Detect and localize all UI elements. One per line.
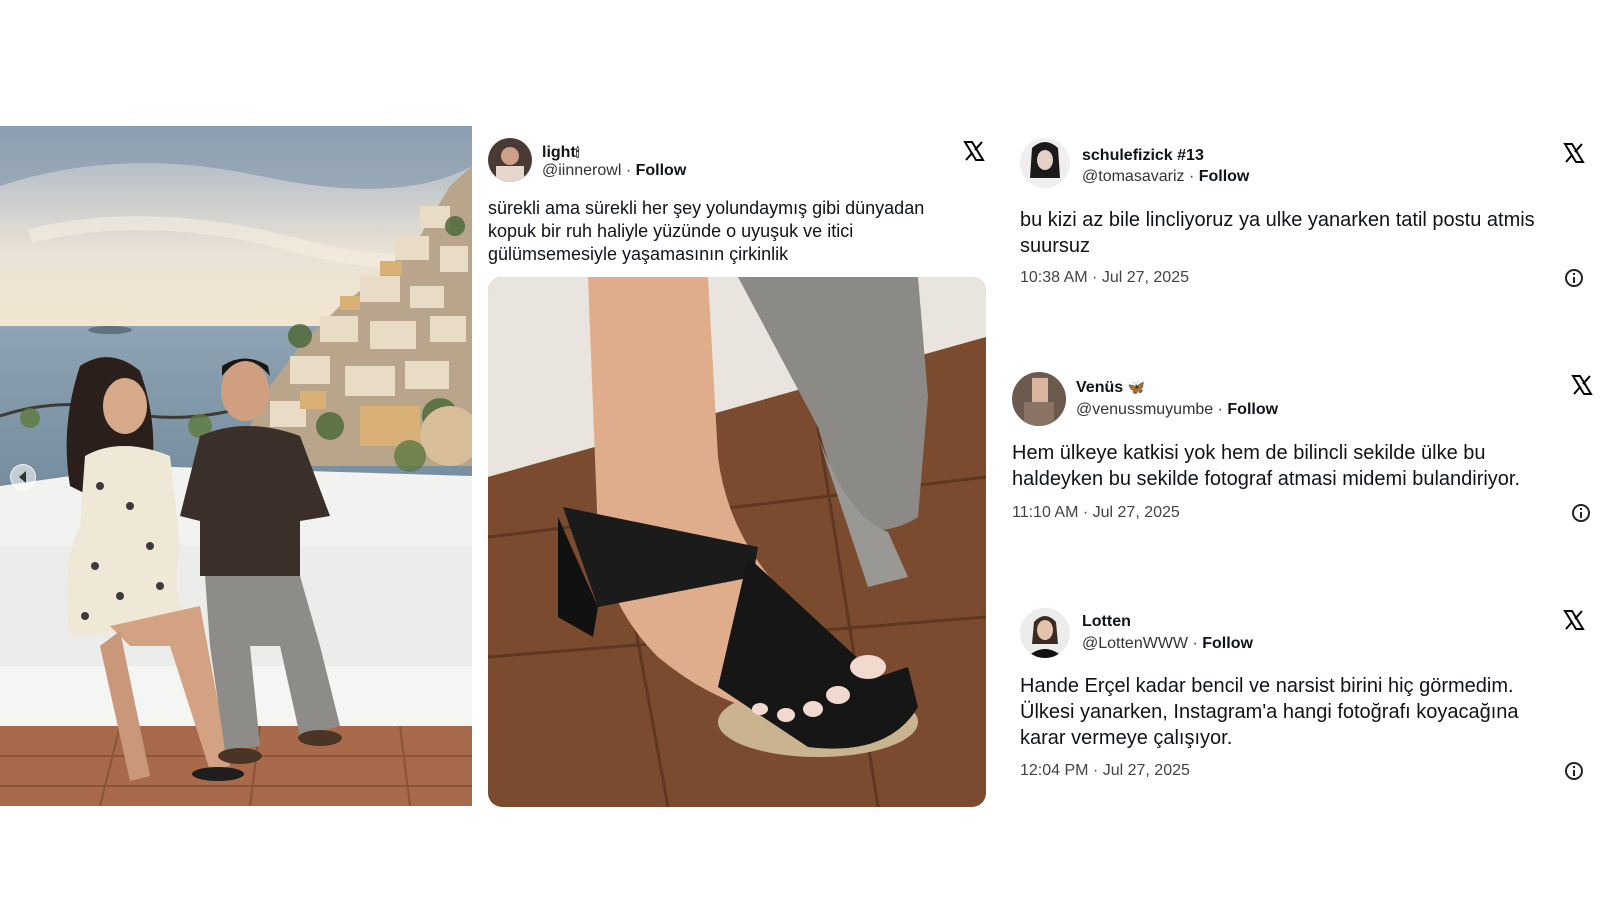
candle-emoji: 🕯 bbox=[575, 145, 580, 160]
display-name-text: Venüs bbox=[1076, 379, 1124, 396]
info-icon[interactable] bbox=[1565, 762, 1583, 780]
tweet-text-line: Ülkesi yanarken, Instagram'a hangi fotoğ… bbox=[1020, 701, 1519, 723]
info-icon[interactable] bbox=[1572, 504, 1590, 522]
couple-photo bbox=[0, 126, 472, 806]
tweet-text-line: bu kizi az bile lincliyoruz ya ulke yana… bbox=[1020, 209, 1535, 231]
handle-line: @LottenWWW · Follow bbox=[1082, 635, 1253, 652]
tweet-text-line: haldeyken bu sekilde fotograf atmasi mid… bbox=[1012, 468, 1521, 490]
timestamp[interactable]: 12:04 PM · Jul 27, 2025 bbox=[1020, 762, 1190, 780]
x-logo-icon[interactable] bbox=[1563, 609, 1585, 631]
sandal-photo[interactable] bbox=[488, 277, 986, 807]
handle[interactable]: @iinnerowl bbox=[542, 162, 621, 179]
tweet-text-line: kopuk bir ruh haliyle yüzünde o uyuşuk v… bbox=[488, 221, 854, 241]
handle-line: @tomasavariz · Follow bbox=[1082, 168, 1250, 185]
avatar-image bbox=[1026, 616, 1064, 658]
avatar-image bbox=[1030, 142, 1060, 178]
display-name-text: light bbox=[542, 144, 576, 161]
tweet-text: bu kizi az bile lincliyoruz ya ulke yana… bbox=[1020, 207, 1580, 259]
handle[interactable]: @tomasavariz bbox=[1082, 168, 1185, 185]
display-name[interactable]: schulefizick #13 bbox=[1082, 147, 1204, 165]
chevron-left-icon[interactable] bbox=[10, 464, 36, 490]
avatar-image bbox=[1024, 378, 1054, 426]
avatar[interactable] bbox=[488, 138, 532, 182]
handle-line: @venussmuyumbe · Follow bbox=[1076, 401, 1279, 418]
handle-line: @iinnerowl · Follow bbox=[542, 162, 687, 179]
timestamp[interactable]: 10:38 AM · Jul 27, 2025 bbox=[1020, 269, 1189, 287]
butterfly-emoji: 🦋 bbox=[1127, 379, 1146, 395]
display-name[interactable]: Venüs 🦋 bbox=[1076, 379, 1145, 397]
tweet-text-line: suursuz bbox=[1020, 235, 1091, 257]
handle[interactable]: @LottenWWW bbox=[1082, 635, 1188, 652]
avatar[interactable] bbox=[1020, 138, 1070, 188]
avatar[interactable] bbox=[1020, 608, 1070, 658]
display-name[interactable]: light🕯 bbox=[542, 144, 579, 162]
tweet-text-line: gülümsemesiyle yaşamasının çirkinlik bbox=[488, 244, 789, 264]
x-logo-icon[interactable] bbox=[1571, 374, 1593, 396]
tweet-text: Hem ülkeye katkisi yok hem de bilincli s… bbox=[1012, 440, 1587, 492]
follow-button[interactable]: Follow bbox=[1202, 635, 1253, 652]
x-logo-icon[interactable] bbox=[963, 140, 985, 162]
follow-button[interactable]: Follow bbox=[1227, 401, 1278, 418]
tweet-text: Hande Erçel kadar bencil ve narsist biri… bbox=[1020, 673, 1580, 751]
tweet-text-line: Hem ülkeye katkisi yok hem de bilincli s… bbox=[1012, 442, 1486, 464]
avatar[interactable] bbox=[1012, 372, 1066, 426]
follow-button[interactable]: Follow bbox=[636, 162, 687, 179]
sandal-photo-drawing bbox=[488, 277, 986, 807]
tweet-text-line: Hande Erçel kadar bencil ve narsist biri… bbox=[1020, 675, 1514, 697]
timestamp[interactable]: 11:10 AM · Jul 27, 2025 bbox=[1012, 504, 1180, 522]
display-name[interactable]: Lotten bbox=[1082, 613, 1131, 631]
handle[interactable]: @venussmuyumbe bbox=[1076, 401, 1213, 418]
avatar-image bbox=[496, 147, 524, 182]
x-logo-icon[interactable] bbox=[1563, 142, 1585, 164]
couple-photo-drawing bbox=[0, 126, 472, 806]
tweet-text-line: sürekli ama sürekli her şey yolundaymış … bbox=[488, 198, 925, 218]
tweet-text-line: karar vermeye çalışıyor. bbox=[1020, 727, 1233, 749]
tweet-text: sürekli ama sürekli her şey yolundaymış … bbox=[488, 197, 968, 266]
info-icon[interactable] bbox=[1565, 269, 1583, 287]
follow-button[interactable]: Follow bbox=[1199, 168, 1250, 185]
